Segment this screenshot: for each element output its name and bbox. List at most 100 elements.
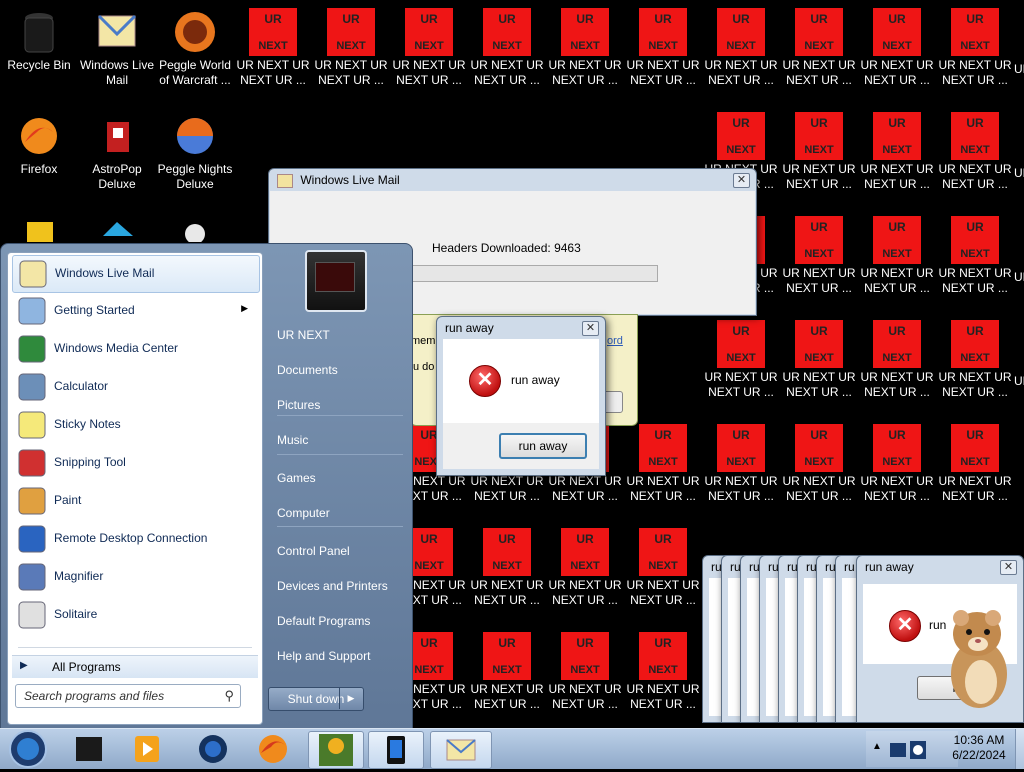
desktop-icon-ur-next[interactable]: UR NEXT UR NEXT URNEXT UR ... [858, 212, 936, 312]
desktop-icon-ur-next[interactable]: UR NEXT UR NEXT URNEXT UR ... [780, 108, 858, 208]
start-menu-item-getting-started[interactable]: Getting Started ▶ [12, 293, 258, 329]
desktop-icon-label: UR NEXT UR [548, 682, 622, 696]
start-menu-place-games[interactable]: Games [277, 463, 403, 493]
desktop-icon-ur-next[interactable]: UR NEXT UR NEXT URNEXT UR ... [858, 108, 936, 208]
desktop-icon-partial[interactable] [78, 212, 156, 242]
close-button[interactable]: ✕ [1000, 560, 1017, 575]
run-away-button[interactable]: run away [499, 433, 587, 459]
desktop-icon-ur-next[interactable]: UR NEXT UR NEXT URNEXT UR ... [312, 4, 390, 104]
desktop-icon-ur-next[interactable]: UR NEXT UR NEXT URNEXT UR ... [546, 524, 624, 624]
start-menu-place-computer[interactable]: Computer [277, 498, 403, 528]
ur-next-icon: UR NEXT [249, 8, 297, 56]
all-programs-button[interactable]: ▶ All Programs [12, 655, 258, 678]
start-menu-place-devices-and-printers[interactable]: Devices and Printers [277, 571, 403, 601]
start-menu-place-ur-next[interactable]: UR NEXT [277, 320, 403, 350]
desktop-icon-ur-next[interactable]: UR NEXT UR NEXT URNEXT UR ... [858, 420, 936, 520]
ur-icon-top-text: UR [888, 12, 906, 26]
start-menu-item-media-center[interactable]: Windows Media Center [12, 331, 258, 367]
desktop-icon-ur-next[interactable]: UR NEXT UR NEXT URNEXT UR ... [468, 628, 546, 728]
desktop-icon-ur-next[interactable]: UR NEXT UR NEXT URNEXT UR ... [936, 420, 1014, 520]
taskbar-firefox-button[interactable] [246, 731, 300, 767]
desktop-icon-ur-next[interactable]: UR NEXT UR NEXT URNEXT UR ... [234, 4, 312, 104]
desktop-icon-ur-next[interactable]: UR NEXT UR NEXT URNEXT UR ... [390, 4, 468, 104]
dialog-link-fragment[interactable]: ord [607, 335, 623, 347]
desktop-icon-ur-next[interactable]: UR NEXT UR NEXT URNEXT UR ... [780, 316, 858, 416]
start-menu-item-paint[interactable]: Paint [12, 483, 258, 519]
desktop-icon-ur-next-partial[interactable]: UR NEXT UR [1014, 316, 1024, 416]
desktop-icon-ur-next[interactable]: UR NEXT UR NEXT URNEXT UR ... [468, 4, 546, 104]
desktop-icon-ur-next[interactable]: UR NEXT UR NEXT URNEXT UR ... [702, 316, 780, 416]
desktop-icon-ur-next[interactable]: UR NEXT UR NEXT URNEXT UR ... [780, 4, 858, 104]
desktop-icon-ur-next-partial[interactable]: UR NEXT UR [1014, 108, 1024, 208]
show-desktop-button[interactable] [1015, 729, 1024, 769]
user-picture[interactable] [305, 250, 367, 312]
start-menu-place-documents[interactable]: Documents [277, 355, 403, 385]
ur-icon-bottom-text: NEXT [960, 248, 990, 260]
ur-next-icon: UR NEXT [873, 8, 921, 56]
start-menu-item-magnifier[interactable]: Magnifier [12, 559, 258, 595]
taskbar-media-player-button[interactable] [120, 731, 174, 767]
taskbar-globe-button[interactable] [186, 731, 240, 767]
desktop-icon-label: NEXT UR ... [630, 593, 696, 607]
start-menu-place-music[interactable]: Music [277, 425, 403, 455]
ur-next-icon: UR NEXT [795, 320, 843, 368]
show-hidden-icons-button[interactable]: ▲ [872, 741, 882, 752]
start-menu-place-help-and-support[interactable]: Help and Support [277, 641, 403, 671]
close-button[interactable]: ✕ [733, 173, 750, 188]
start-menu-item-solitaire[interactable]: Solitaire [12, 597, 258, 633]
desktop-icon-ur-next[interactable]: UR NEXT UR NEXT URNEXT UR ... [624, 4, 702, 104]
desktop-icon-label: UR NEXT UR [470, 474, 544, 488]
desktop-icon-ur-next-partial[interactable]: UR NEXT UR [1014, 212, 1024, 312]
desktop-icon-peggle-nights[interactable]: Peggle Nights Deluxe [156, 108, 234, 208]
taskbar-app-button[interactable] [62, 731, 116, 767]
desktop-icon-ur-next[interactable]: UR NEXT UR NEXT URNEXT UR ... [624, 628, 702, 728]
start-menu-item-sticky-notes[interactable]: Sticky Notes [12, 407, 258, 443]
desktop-icon-ur-next[interactable]: UR NEXT UR NEXT URNEXT UR ... [780, 420, 858, 520]
desktop-icon-ur-next[interactable]: UR NEXT UR NEXT URNEXT UR ... [858, 4, 936, 104]
shut-down-options-button[interactable]: ▶ [339, 687, 362, 709]
desktop-icon-ur-next[interactable]: UR NEXT UR NEXT URNEXT UR ... [546, 628, 624, 728]
desktop-icon-astropop[interactable]: AstroPop Deluxe [78, 108, 156, 208]
start-menu-item-windows-live-mail[interactable]: Windows Live Mail [12, 255, 260, 293]
desktop-icon-ur-next[interactable]: UR NEXT UR NEXT URNEXT UR ... [702, 4, 780, 104]
desktop-icon-peggle-wow[interactable]: Peggle World of Warcraft ... [156, 4, 234, 104]
desktop-icon-ur-next[interactable]: UR NEXT UR NEXT URNEXT UR ... [936, 108, 1014, 208]
desktop-icon-ur-next[interactable]: UR NEXT UR NEXT URNEXT UR ... [702, 420, 780, 520]
desktop-icon-firefox[interactable]: Firefox [0, 108, 78, 208]
desktop-icon-ur-next[interactable]: UR NEXT UR NEXT URNEXT UR ... [624, 420, 702, 520]
desktop-icon-ur-next-partial[interactable]: UR NEXT UR [1014, 4, 1024, 104]
peggle-nights-icon [171, 112, 219, 160]
desktop-icon-partial[interactable] [156, 212, 234, 242]
start-menu-place-default-programs[interactable]: Default Programs [277, 606, 403, 636]
desktop-icon-partial[interactable] [0, 212, 78, 242]
desktop-icon-label: UR NEXT UR [1014, 166, 1024, 180]
close-button[interactable]: ✕ [582, 321, 599, 336]
taskbar-phone-button[interactable] [368, 731, 424, 769]
ur-icon-top-text: UR [966, 428, 984, 442]
start-menu-place-control-panel[interactable]: Control Panel [277, 536, 403, 566]
desktop-icon-ur-next[interactable]: UR NEXT UR NEXT URNEXT UR ... [468, 524, 546, 624]
start-menu-item-remote-desktop[interactable]: Remote Desktop Connection [12, 521, 258, 557]
ur-next-icon: UR NEXT [873, 424, 921, 472]
desktop-icon-label: UR NEXT UR [782, 370, 856, 384]
desktop-icon-ur-next[interactable]: UR NEXT UR NEXT URNEXT UR ... [624, 524, 702, 624]
desktop-icon-recycle-bin[interactable]: Recycle Bin [0, 4, 78, 104]
start-menu-item-snipping-tool[interactable]: Snipping Tool [12, 445, 258, 481]
desktop-icon-ur-next[interactable]: UR NEXT UR NEXT URNEXT UR ... [780, 212, 858, 312]
network-icon[interactable] [888, 737, 928, 763]
clock[interactable]: 10:36 AM 6/22/2024 [944, 733, 1014, 763]
desktop-icon-ur-next[interactable]: UR NEXT UR NEXT URNEXT UR ... [936, 316, 1014, 416]
start-menu-place-label: Control Panel [277, 544, 350, 558]
desktop-icon-label: NEXT UR ... [942, 281, 1008, 295]
desktop-icon-ur-next[interactable]: UR NEXT UR NEXT URNEXT UR ... [546, 4, 624, 104]
search-input[interactable]: Search programs and files ⚲ [15, 684, 241, 708]
taskbar-peggle-button[interactable] [308, 731, 364, 769]
start-menu-item-calculator[interactable]: Calculator [12, 369, 258, 405]
start-orb-icon [9, 730, 47, 768]
desktop-icon-ur-next[interactable]: UR NEXT UR NEXT URNEXT UR ... [936, 212, 1014, 312]
desktop-icon-windows-live-mail[interactable]: Windows Live Mail [78, 4, 156, 104]
desktop-icon-ur-next[interactable]: UR NEXT UR NEXT URNEXT UR ... [858, 316, 936, 416]
start-button[interactable] [2, 729, 52, 769]
taskbar-windows-live-mail-button[interactable] [430, 731, 492, 769]
desktop-icon-ur-next[interactable]: UR NEXT UR NEXT URNEXT UR ... [936, 4, 1014, 104]
